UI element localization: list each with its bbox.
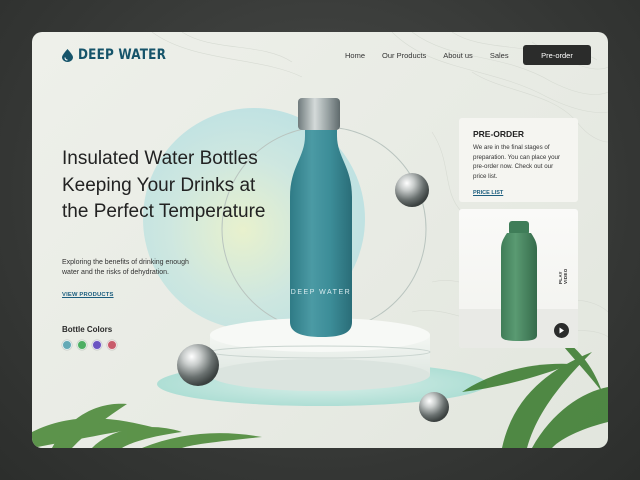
nav-our-products[interactable]: Our Products xyxy=(382,51,426,60)
price-list-link[interactable]: PRICE LIST xyxy=(473,190,503,196)
hero-headline: Insulated Water Bottles Keeping Your Dri… xyxy=(62,148,266,222)
swatch-teal[interactable] xyxy=(62,340,72,350)
brand-logo[interactable]: DEEP WATER xyxy=(62,47,180,63)
preorder-card: PRE-ORDER We are in the final stages of … xyxy=(459,118,578,202)
bottle-colors-label: Bottle Colors xyxy=(62,325,113,334)
view-products-link[interactable]: VIEW PRODUCTS xyxy=(62,292,114,298)
play-icon xyxy=(559,327,564,334)
nav-about-us[interactable]: About us xyxy=(443,51,473,60)
nav-home[interactable]: Home xyxy=(345,51,365,60)
main-nav: Home Our Products About us Sales xyxy=(345,51,509,60)
nav-sales[interactable]: Sales xyxy=(490,51,509,60)
brand-name: DEEP WATER xyxy=(78,47,167,63)
swatch-green[interactable] xyxy=(77,340,87,350)
play-video-label: PLAY VIDEO xyxy=(558,268,568,284)
hero-subtext: Exploring the benefits of drinking enoug… xyxy=(62,259,189,276)
swatch-purple[interactable] xyxy=(92,340,102,350)
preorder-card-title: PRE-ORDER xyxy=(473,129,525,139)
color-swatches xyxy=(62,340,117,350)
hero-card: DEEP WATER DEEP WATER Home Our Products xyxy=(32,32,608,448)
play-button[interactable] xyxy=(554,323,569,338)
preorder-card-text: We are in the final stages of preparatio… xyxy=(473,144,561,180)
video-card[interactable]: PLAY VIDEO xyxy=(459,209,578,348)
swatch-red[interactable] xyxy=(107,340,117,350)
preorder-button[interactable]: Pre-order xyxy=(523,45,591,65)
water-drop-icon xyxy=(62,48,73,62)
